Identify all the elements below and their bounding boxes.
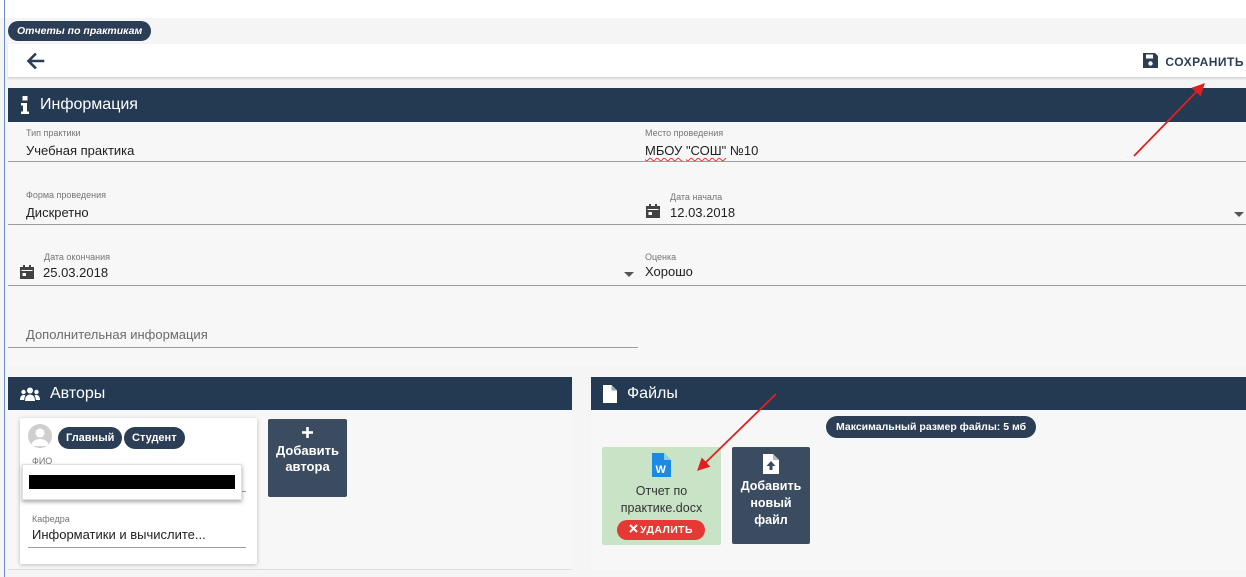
role-chip-main: Главный [58, 427, 123, 449]
file-icon [603, 385, 617, 403]
calendar-icon [646, 204, 660, 218]
add-author-label-1: Добавить [276, 443, 339, 458]
files-panel-title: Файлы [627, 385, 678, 402]
users-icon [20, 387, 40, 401]
plus-icon [268, 425, 347, 443]
end-date-label: Дата окончания [44, 252, 111, 262]
department-label: Кафедра [32, 514, 70, 524]
delete-file-label: УДАЛИТЬ [640, 524, 693, 536]
breadcrumb[interactable]: Отчеты по практикам [8, 21, 152, 41]
redacted-name-overlay [22, 464, 242, 500]
location-value-mid: "СОШ" [685, 143, 727, 158]
grade-value: Хорошо [645, 264, 693, 279]
document-margin-line [4, 0, 5, 577]
svg-text:W: W [656, 464, 667, 476]
authors-panel-title: Авторы [50, 385, 106, 402]
word-document-icon: W [652, 453, 671, 482]
add-file-label-1: Добавить [740, 479, 802, 493]
toolbar: СОХРАНИТЬ [8, 44, 1246, 78]
document-top-strip [0, 0, 1246, 18]
practice-type-label: Тип практики [26, 128, 81, 138]
floppy-disk-icon [1142, 52, 1159, 72]
form-value: Дискретно [26, 205, 89, 220]
arrow-left-icon[interactable] [24, 50, 46, 72]
save-button-label: СОХРАНИТЬ [1165, 55, 1244, 69]
grade-label: Оценка [645, 252, 677, 262]
grade-field[interactable]: Оценка Хорошо [627, 248, 1246, 286]
add-file-label-3: файл [754, 513, 788, 527]
location-label: Место проведения [645, 128, 724, 138]
location-value-suffix: №10 [729, 143, 759, 158]
start-date-value: 12.03.2018 [670, 205, 736, 220]
department-field[interactable]: Кафедра Информатики и вычислите... [28, 512, 246, 548]
close-icon [629, 520, 638, 540]
location-value-prefix: МБОУ [645, 143, 683, 158]
extra-info-placeholder: Дополнительная информация [26, 327, 208, 342]
file-card[interactable]: W Отчет по практике.docx УДАЛИТЬ [602, 447, 721, 545]
practice-type-value: Учебная практика [26, 143, 135, 158]
role-chip-student: Студент [124, 427, 185, 449]
add-author-label-2: автора [285, 459, 330, 474]
end-date-value: 25.03.2018 [43, 265, 109, 280]
start-date-field[interactable]: Дата начала 12.03.2018 [634, 188, 1246, 225]
form-field[interactable]: Форма проведения Дискретно [8, 188, 638, 225]
form-label: Форма проведения [26, 190, 107, 200]
add-file-button[interactable]: Добавить новый файл [732, 447, 810, 544]
info-icon [20, 96, 30, 114]
authors-panel-header: Авторы [8, 377, 572, 411]
add-author-button[interactable]: Добавить автора [268, 419, 347, 497]
info-panel-header: Информация [8, 88, 1246, 122]
end-date-field[interactable]: Дата окончания 25.03.2018 [8, 248, 638, 286]
location-field[interactable]: Место проведения МБОУ "СОШ" №10 [627, 126, 1246, 162]
file-upload-icon [732, 454, 810, 478]
avatar [28, 424, 52, 448]
start-date-label: Дата начала [670, 192, 723, 202]
delete-file-button[interactable]: УДАЛИТЬ [617, 520, 705, 540]
info-panel-title: Информация [40, 96, 138, 113]
extra-info-field[interactable]: Дополнительная информация [8, 315, 638, 348]
author-card: Главный Студент ФИО Кафедра Информатики … [20, 418, 257, 564]
files-panel-header: Файлы [591, 377, 1246, 411]
max-size-badge: Максимальный размер файлы: 5 мб [826, 416, 1037, 438]
practice-type-field[interactable]: Тип практики Учебная практика [8, 126, 638, 162]
save-button[interactable]: СОХРАНИТЬ [1142, 52, 1244, 72]
add-file-label-2: новый [750, 496, 792, 510]
location-value: МБОУ "СОШ" №10 [645, 143, 758, 158]
caret-down-icon[interactable] [1234, 212, 1244, 217]
file-name: Отчет по практике.docx [620, 484, 703, 515]
department-value: Информатики и вычислите... [32, 527, 206, 542]
